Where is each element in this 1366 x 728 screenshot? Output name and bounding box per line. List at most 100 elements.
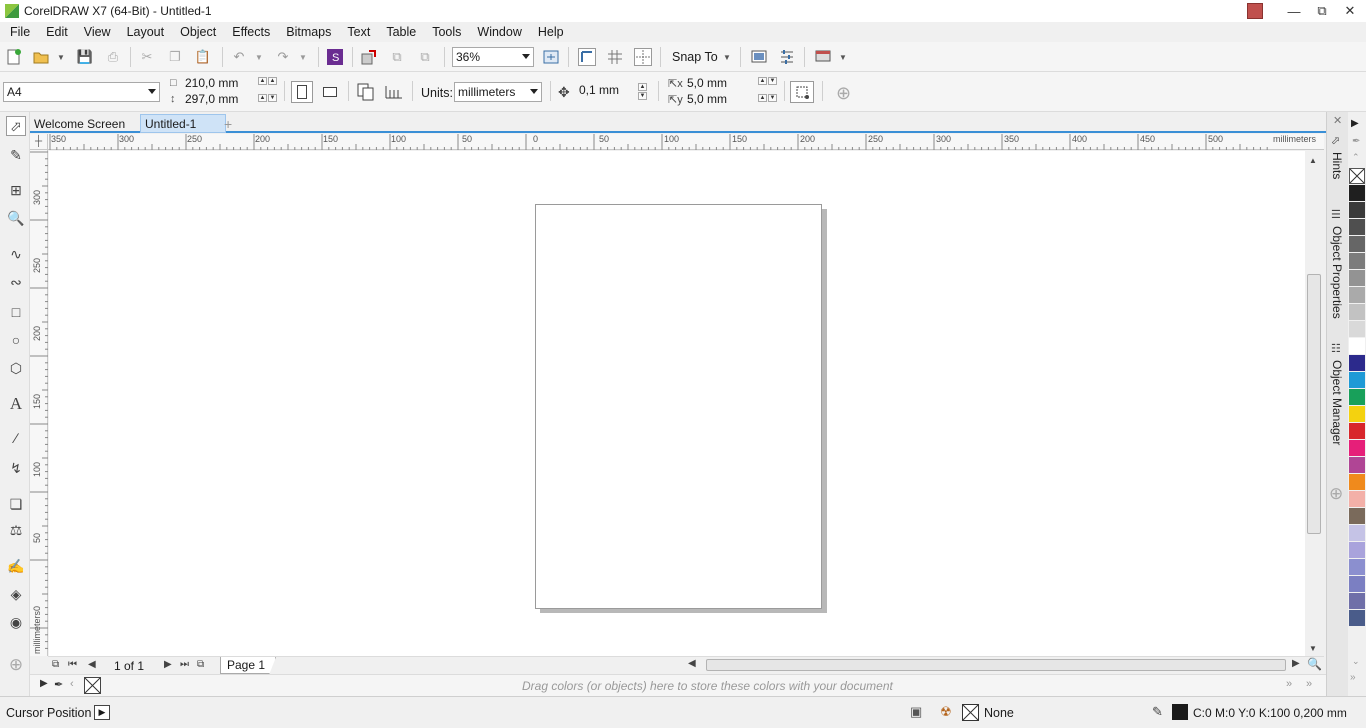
units-select[interactable]: millimeters [454,82,542,102]
color-swatch[interactable] [1349,236,1365,253]
color-proofing-icon[interactable]: ▣ [910,704,922,720]
palette-scroll-down-icon[interactable]: ⌄ [1352,656,1360,667]
interactive-fill-tool-icon[interactable]: ◈ [6,584,26,604]
publish-pdf-icon[interactable]: ⧉ [416,48,434,66]
color-swatch[interactable] [1349,270,1365,287]
color-swatch[interactable] [1349,287,1365,304]
document-palette[interactable]: ▶ ✒ ‹ Drag colors (or objects) here to s… [30,674,1326,696]
color-swatch[interactable] [1349,338,1365,355]
minimize-button[interactable]: — [1280,0,1308,22]
show-rulers-icon[interactable] [578,48,596,66]
menu-view[interactable]: View [78,25,117,39]
open-folder-icon[interactable] [32,48,50,66]
width-spin-up-icon[interactable]: ▲ [258,77,267,85]
fill-none-swatch[interactable] [962,704,979,721]
artistic-media-tool-icon[interactable]: ∾ [6,272,26,292]
color-swatch[interactable] [1349,491,1365,508]
menu-text[interactable]: Text [341,25,376,39]
color-swatch[interactable] [1349,576,1365,593]
outline-color-swatch[interactable] [1172,704,1188,720]
restore-button[interactable]: ⧉ [1308,0,1336,22]
color-swatch[interactable] [1349,355,1365,372]
snap-to-label[interactable]: Snap To [672,50,718,64]
color-swatch[interactable] [1349,457,1365,474]
color-swatch[interactable] [1349,389,1365,406]
page-width-field[interactable]: 210,0 mm [182,77,256,92]
application-launcher-icon[interactable] [814,48,832,66]
show-grid-icon[interactable] [606,48,624,66]
menu-tools[interactable]: Tools [426,25,467,39]
ruler-origin-icon[interactable]: ┼ [30,134,48,150]
rectangle-tool-icon[interactable]: □ [6,302,26,322]
horizontal-ruler[interactable]: 350 300 250 200 150 100 50 0 50 100 150 … [48,134,1324,150]
menu-object[interactable]: Object [174,25,222,39]
dup-y-spin-down-icon[interactable]: ▼ [768,94,777,102]
no-fill-swatch[interactable] [1349,168,1365,184]
full-screen-preview-icon[interactable] [542,48,560,66]
welcome-screen-icon[interactable] [750,48,768,66]
color-swatch[interactable] [1349,372,1365,389]
drawing-page[interactable] [535,204,822,609]
height-spin-up-icon[interactable]: ▲ [258,94,267,102]
zoom-tool-icon[interactable]: 🔍 [6,208,26,228]
shape-tool-icon[interactable]: ✎ [6,145,26,165]
color-swatch[interactable] [1349,525,1365,542]
menu-window[interactable]: Window [471,25,527,39]
color-swatch[interactable] [1349,474,1365,491]
parallel-dimension-tool-icon[interactable]: ∕ [6,428,26,448]
palette-scroll-right-icon[interactable]: » [1286,678,1292,690]
nudge-distance-field[interactable]: 0,1 mm [576,84,634,99]
color-swatch[interactable] [1349,253,1365,270]
drop-shadow-tool-icon[interactable]: ❏ [6,494,26,514]
paste-icon[interactable]: 📋 [194,48,212,66]
page-size-select[interactable]: A4 [3,82,160,102]
dup-x-spin-up-icon[interactable]: ▲ [758,77,767,85]
palette-scroll-up-icon[interactable]: ⌃ [1352,152,1360,163]
menu-edit[interactable]: Edit [40,25,74,39]
open-dropdown-icon[interactable]: ▼ [52,48,70,66]
palette-scroll-left-icon[interactable]: ‹ [70,678,74,690]
scroll-right-icon[interactable]: ▶ [1292,658,1300,669]
pick-tool-icon[interactable]: ⬀ [6,116,26,136]
tab-untitled-1[interactable]: Untitled-1 [140,114,226,133]
no-color-swatch[interactable] [84,677,101,694]
scroll-down-icon[interactable]: ▼ [1309,644,1317,653]
scroll-left-icon[interactable]: ◀ [688,658,696,669]
menu-effects[interactable]: Effects [226,25,276,39]
quick-customize-icon[interactable]: ⊕ [6,655,26,675]
status-menu-icon[interactable]: ▶ [94,705,110,720]
current-page-icon[interactable] [384,82,404,102]
duplicate-y-field[interactable]: 5,0 mm [684,93,754,108]
color-swatch[interactable] [1349,219,1365,236]
first-page-icon[interactable]: ⏮ [68,659,77,670]
eyedropper-icon[interactable]: ✒ [54,678,63,691]
page-height-field[interactable]: 297,0 mm [182,93,256,108]
zoom-navigator-icon[interactable]: 🔍 [1307,657,1322,671]
show-guidelines-icon[interactable] [634,48,652,66]
freehand-tool-icon[interactable]: ∿ [6,244,26,264]
launcher-dropdown-icon[interactable]: ▼ [834,48,852,66]
color-swatch[interactable] [1349,406,1365,423]
smart-fill-tool-icon[interactable]: ◉ [6,612,26,632]
menu-help[interactable]: Help [532,25,570,39]
menu-bitmaps[interactable]: Bitmaps [280,25,337,39]
new-document-icon[interactable] [5,48,23,66]
color-swatch[interactable] [1349,185,1365,202]
last-page-icon[interactable]: ⏭ [180,659,189,670]
color-swatch[interactable] [1349,559,1365,576]
landscape-button[interactable] [320,84,340,100]
redo-dropdown-icon[interactable]: ▼ [294,48,312,66]
horizontal-scroll-thumb[interactable] [706,659,1286,671]
snap-to-dropdown-icon[interactable]: ▼ [718,48,736,66]
print-icon[interactable]: ⎙ [104,48,122,66]
add-toolbar-icon[interactable]: ⊕ [836,83,851,104]
page-tab[interactable]: Page 1 [220,657,277,674]
cut-icon[interactable]: ✂ [138,48,156,66]
transparency-tool-icon[interactable]: ⚖ [6,520,26,540]
connector-tool-icon[interactable]: ↯ [6,458,26,478]
crop-tool-icon[interactable]: ⊞ [6,180,26,200]
user-account-icon[interactable] [1247,3,1263,19]
color-swatch[interactable] [1349,593,1365,610]
color-swatch[interactable] [1349,440,1365,457]
text-tool-icon[interactable]: A [6,394,26,414]
